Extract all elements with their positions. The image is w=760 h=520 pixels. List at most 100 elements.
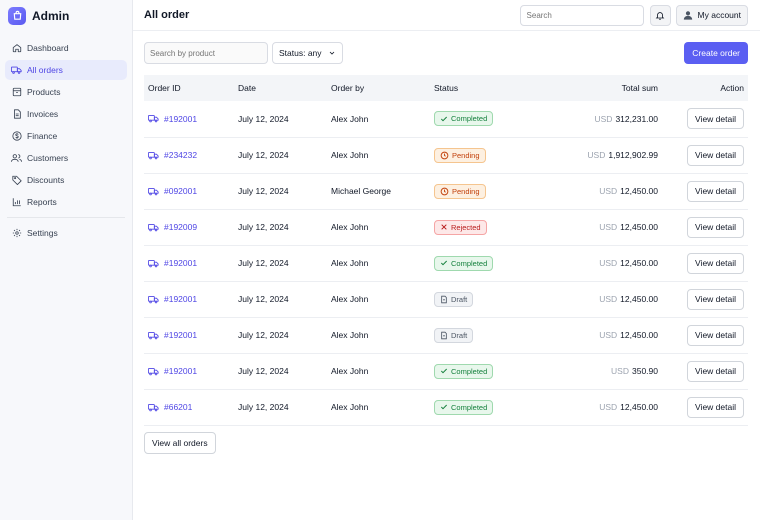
- account-button[interactable]: My account: [675, 4, 748, 26]
- order-id-cell: #192001: [144, 353, 234, 389]
- status-text: Completed: [451, 402, 488, 412]
- status-badge: Completed: [434, 363, 494, 379]
- order-by-cell: Alex John: [331, 222, 369, 232]
- view-detail-button[interactable]: View detail: [687, 180, 744, 202]
- date-cell: July 12, 2024: [238, 294, 289, 304]
- order-id-link[interactable]: #192001: [148, 294, 230, 304]
- total-sum-cell: USD 12,450.00: [550, 209, 662, 245]
- order-id-cell: #192001: [144, 281, 234, 317]
- table-row: #192001 July 12, 2024 Alex John Complete…: [144, 101, 748, 137]
- product-search-input[interactable]: [144, 42, 268, 64]
- truck-icon: [148, 403, 159, 412]
- view-all-orders-button[interactable]: View all orders: [144, 432, 216, 454]
- order-id-link[interactable]: #192001: [148, 366, 230, 376]
- column-header-order-id: Order ID: [148, 83, 181, 93]
- app-window: Admin Dashboard All orders Products Invo…: [0, 0, 760, 520]
- order-by-cell: Alex John: [331, 150, 369, 160]
- home-icon: [11, 43, 22, 54]
- view-detail-button[interactable]: View detail: [687, 108, 744, 130]
- status-text: Pending: [452, 186, 480, 196]
- total-amount: 350.90: [632, 366, 658, 376]
- view-detail-button[interactable]: View detail: [687, 252, 744, 274]
- sidebar-item-label: Discounts: [27, 175, 65, 185]
- view-detail-button[interactable]: View detail: [687, 396, 744, 418]
- order-id-text: #192001: [164, 330, 198, 340]
- check-icon: [440, 259, 448, 267]
- status-filter-label: Status: any: [279, 48, 322, 58]
- sidebar-item-finance[interactable]: Finance: [5, 126, 127, 146]
- sidebar-item-dashboard[interactable]: Dashboard: [5, 38, 127, 58]
- sidebar-item-label: Reports: [27, 197, 57, 207]
- view-detail-button[interactable]: View detail: [687, 144, 744, 166]
- view-detail-button[interactable]: View detail: [687, 360, 744, 382]
- view-detail-button[interactable]: View detail: [687, 324, 744, 346]
- order-id-link[interactable]: #192001: [148, 258, 230, 268]
- order-id-link[interactable]: #66201: [148, 402, 230, 412]
- total-amount: 12,450.00: [620, 186, 658, 196]
- sidebar-item-settings[interactable]: Settings: [5, 223, 127, 243]
- gear-icon: [11, 228, 22, 239]
- x-icon: [440, 223, 448, 231]
- sidebar-item-all-orders[interactable]: All orders: [5, 60, 127, 80]
- clock-icon: [440, 151, 449, 160]
- orders-table: Order ID Date Order by Status Total sum …: [144, 75, 748, 426]
- sidebar-item-label: Finance: [27, 131, 58, 141]
- view-detail-button[interactable]: View detail: [687, 288, 744, 310]
- total-sum-cell: USD 12,450.00: [550, 317, 662, 353]
- sidebar: Admin Dashboard All orders Products Invo…: [0, 0, 133, 520]
- total-amount: 12,450.00: [620, 258, 658, 268]
- total-amount: 12,450.00: [620, 294, 658, 304]
- action-cell: View detail: [662, 173, 748, 209]
- truck-icon: [148, 151, 159, 160]
- table-row: #192009 July 12, 2024 Alex John Rejected…: [144, 209, 748, 245]
- sidebar-item-label: Products: [27, 87, 61, 97]
- status-cell: Draft: [430, 317, 550, 353]
- table-row: #192001 July 12, 2024 Alex John Complete…: [144, 353, 748, 389]
- sidebar-item-invoices[interactable]: Invoices: [5, 104, 127, 124]
- view-detail-button[interactable]: View detail: [687, 216, 744, 238]
- table-row: #234232 July 12, 2024 Alex John Pending …: [144, 137, 748, 173]
- sidebar-item-label: Settings: [27, 228, 58, 238]
- status-cell: Pending: [430, 173, 550, 209]
- bell-icon: [655, 10, 665, 21]
- create-order-button[interactable]: Create order: [684, 42, 748, 64]
- orders-table-wrapper: Order ID Date Order by Status Total sum …: [144, 75, 748, 426]
- currency-code: USD: [599, 186, 618, 196]
- sidebar-item-customers[interactable]: Customers: [5, 148, 127, 168]
- order-id-text: #234232: [164, 150, 198, 160]
- status-cell: Pending: [430, 137, 550, 173]
- sidebar-item-products[interactable]: Products: [5, 82, 127, 102]
- total-amount: 12,450.00: [620, 330, 658, 340]
- table-row: #192001 July 12, 2024 Alex John Complete…: [144, 245, 748, 281]
- order-id-link[interactable]: #234232: [148, 150, 230, 160]
- order-by-cell: Michael George: [331, 186, 392, 196]
- order-id-link[interactable]: #192001: [148, 330, 230, 340]
- check-icon: [440, 115, 448, 123]
- order-id-link[interactable]: #192001: [148, 114, 230, 124]
- action-cell: View detail: [662, 353, 748, 389]
- currency-code: USD: [599, 330, 618, 340]
- sidebar-divider: [7, 217, 125, 218]
- column-header-status: Status: [434, 83, 459, 93]
- truck-icon: [148, 223, 159, 232]
- notifications-button[interactable]: [649, 4, 671, 26]
- order-by-cell: Alex John: [331, 402, 369, 412]
- status-cell: Rejected: [430, 209, 550, 245]
- table-row: #192001 July 12, 2024 Alex John Draft US…: [144, 281, 748, 317]
- search-input[interactable]: [519, 4, 644, 26]
- filter-bar: Status: any Create order: [144, 42, 748, 64]
- sidebar-item-reports[interactable]: Reports: [5, 192, 127, 212]
- status-filter-select[interactable]: Status: any: [272, 42, 343, 64]
- order-id-link[interactable]: #192009: [148, 222, 230, 232]
- order-id-text: #192001: [164, 258, 198, 268]
- status-badge: Completed: [434, 399, 494, 415]
- total-sum-cell: USD 12,450.00: [550, 173, 662, 209]
- order-id-text: #192001: [164, 366, 198, 376]
- sidebar-item-label: Invoices: [27, 109, 59, 119]
- order-id-link[interactable]: #092001: [148, 186, 230, 196]
- column-header-date: Date: [238, 83, 256, 93]
- order-by-cell: Alex John: [331, 294, 369, 304]
- sidebar-item-discounts[interactable]: Discounts: [5, 170, 127, 190]
- order-id-text: #192001: [164, 294, 198, 304]
- order-id-cell: #192001: [144, 101, 234, 137]
